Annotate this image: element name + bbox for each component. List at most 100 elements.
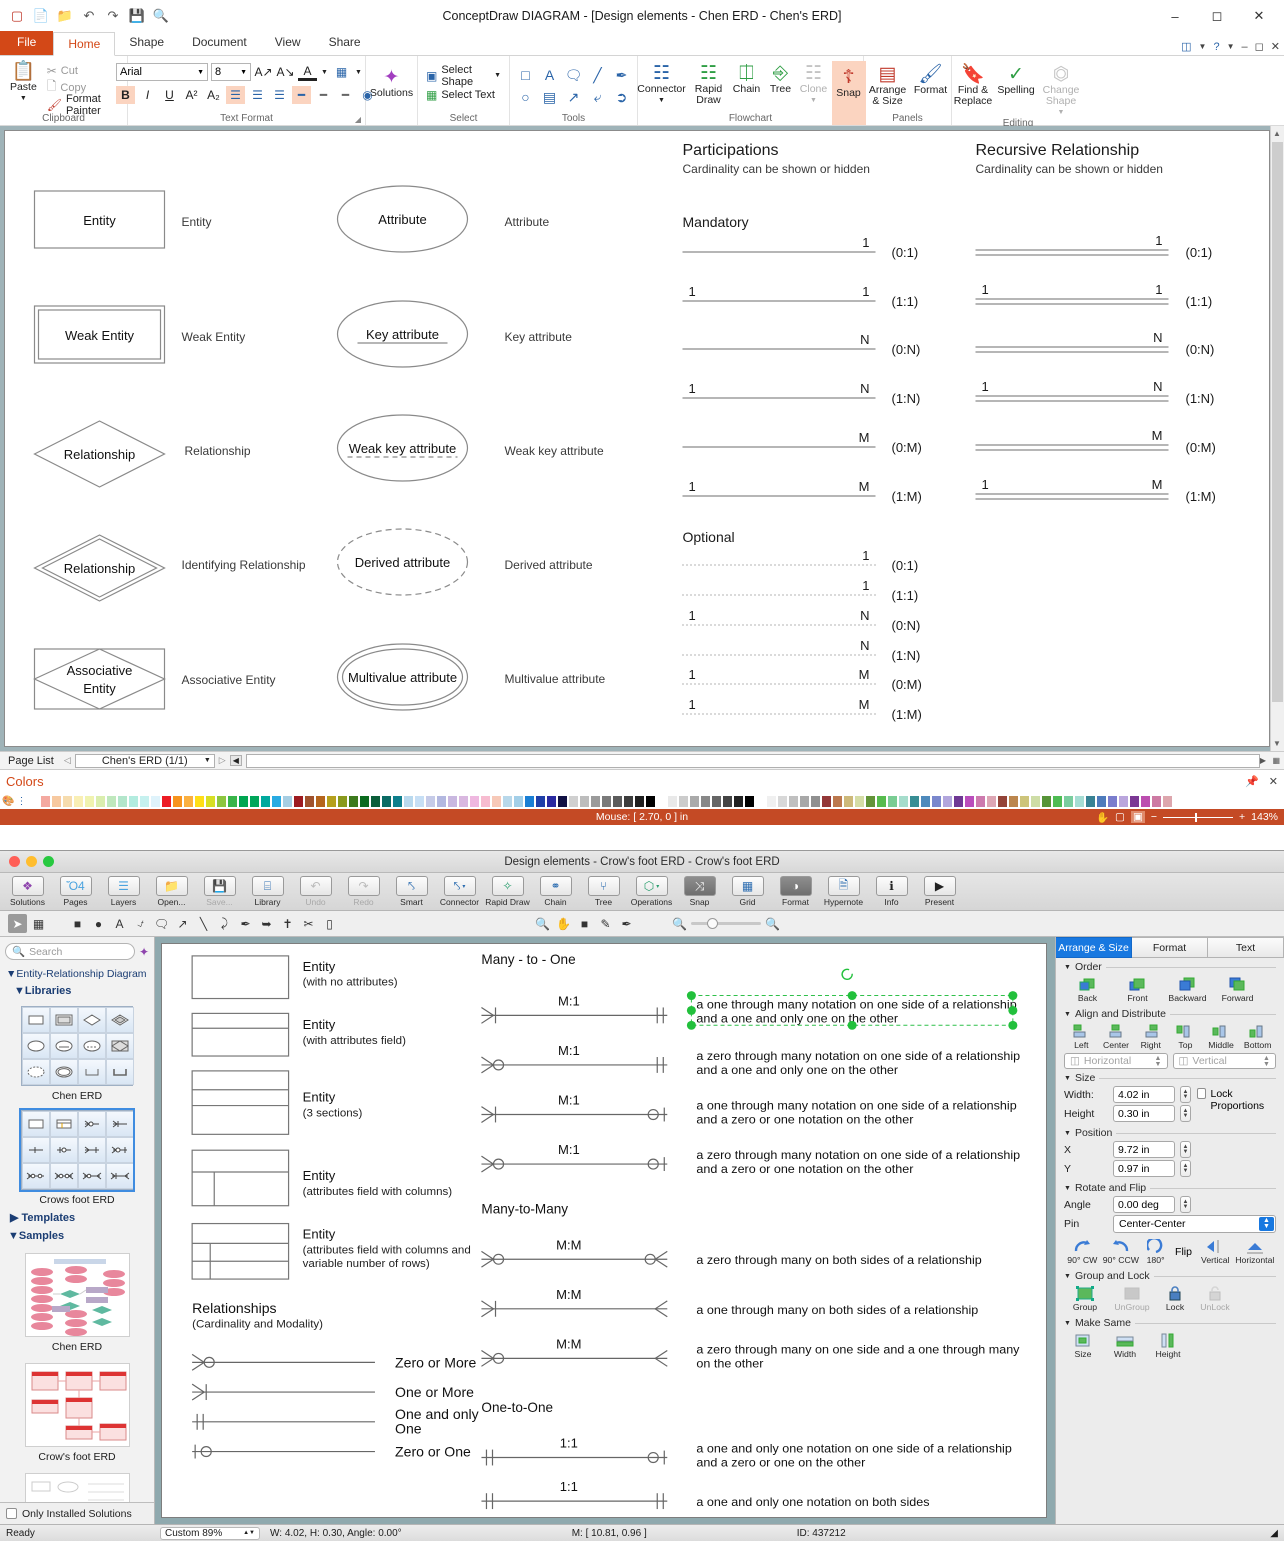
lib-shape-crowbar-crow[interactable] [106,1163,134,1189]
toolbar-button-info[interactable]: ℹInfo [868,876,915,907]
lock-button[interactable]: Lock [1158,1285,1192,1312]
toolbar-button-solutions[interactable]: ❖Solutions [4,876,51,907]
lib-shape-crowcircle-bar-crow[interactable] [78,1163,106,1189]
zoom-in-button[interactable]: + [1239,811,1245,823]
send-backward-button[interactable]: Backward [1164,976,1211,1003]
zoom-combo[interactable]: Custom 89% ▲▼ [160,1527,260,1540]
color-swatch[interactable] [964,795,975,808]
zoom-mode-icon[interactable]: ▣ [1131,811,1145,823]
color-swatch[interactable] [1052,795,1063,808]
pin-menu[interactable]: Center-Center ▲▼ [1113,1215,1276,1233]
color-swatch[interactable] [942,795,953,808]
align-right-button[interactable]: ☰ [270,86,289,104]
chain-button[interactable]: ⎅ Chain [730,61,764,95]
angle-input[interactable]: 0.00 deg [1113,1196,1175,1213]
undo-icon[interactable]: ↶ [80,7,98,25]
color-swatch[interactable] [1118,795,1129,808]
scroll-up-icon[interactable]: ▲ [1273,129,1281,138]
color-swatch[interactable] [447,795,458,808]
zoom-slider-thumb[interactable] [1195,813,1197,822]
align-bottom-button[interactable]: ━ [336,86,355,104]
color-swatch[interactable] [810,795,821,808]
disclosure-triangle-icon[interactable]: ▼ [1064,1011,1071,1018]
x-stepper[interactable]: ▲▼ [1180,1141,1191,1158]
align-top-button[interactable]: ━ [292,86,311,104]
color-swatch[interactable] [557,795,568,808]
disclosure-triangle-icon[interactable]: ▼ [1064,964,1071,971]
color-swatch[interactable] [194,795,205,808]
library-chen-erd[interactable] [21,1006,133,1086]
color-swatch[interactable] [491,795,502,808]
lib-shape-connector-2[interactable] [106,1059,134,1085]
color-swatch[interactable] [370,795,381,808]
color-swatch[interactable] [161,795,172,808]
align-center-button[interactable]: Center [1099,1023,1134,1050]
chevron-down-icon[interactable]: ▼ [810,95,817,106]
chevron-down-icon[interactable]: ▾ [656,883,659,890]
select-text-button[interactable]: ▦ Select Text [423,86,498,103]
diagram-canvas[interactable]: .sh { fill:none; stroke:#8a8a8a; stroke-… [4,130,1270,747]
color-swatch[interactable] [909,795,920,808]
new-doc-icon[interactable]: 📄 [32,7,50,25]
color-swatch[interactable] [843,795,854,808]
page-first-button[interactable]: ◀ [230,755,242,766]
toolbar-button-library[interactable]: ⌸Library [244,876,291,907]
color-swatch[interactable] [436,795,447,808]
flip-horizontal-button[interactable]: Horizontal [1234,1238,1276,1265]
underline-button[interactable]: U [160,86,179,104]
toolbar-button-layers[interactable]: ☰Layers [100,876,147,907]
toolbar-button-snap[interactable]: ⤨Snap [676,876,723,907]
lib-shape-crow-circle[interactable] [78,1111,106,1137]
send-to-back-button[interactable]: Back [1064,976,1111,1003]
color-swatch[interactable] [645,795,656,808]
color-swatch[interactable] [458,795,469,808]
align-middle-button[interactable]: ━ [314,86,333,104]
app-icon[interactable]: ▢ [8,7,26,25]
sidebar-libraries-header[interactable]: ▼Libraries [0,982,154,1000]
color-swatch[interactable] [359,795,370,808]
color-swatch[interactable] [29,795,40,808]
color-swatch[interactable] [403,795,414,808]
lib-shape-entity-columns[interactable] [50,1111,78,1137]
color-swatch[interactable] [667,795,678,808]
color-swatch[interactable] [271,795,282,808]
swatch-menu-icon[interactable]: ⋮ [16,796,26,807]
page-icon[interactable]: ▯ [320,914,339,933]
lib-shape-crow-bar[interactable] [106,1111,134,1137]
distribute-horizontal-menu[interactable]: ◫ Horizontal ▲▼ [1064,1053,1168,1069]
bring-forward-button[interactable]: Forward [1214,976,1261,1003]
section-header-rotate[interactable]: ▼ Rotate and Flip [1064,1182,1276,1194]
disclosure-triangle-icon[interactable]: ▼ [14,985,25,997]
color-swatch[interactable] [51,795,62,808]
doc-restore-button[interactable]: ◻ [1255,40,1264,53]
lib-shape-derived-attribute[interactable] [22,1059,50,1085]
superscript-button[interactable]: A² [182,86,201,104]
bezier-icon[interactable]: ➥ [257,914,276,933]
color-swatch[interactable] [788,795,799,808]
pointer-icon[interactable]: ➤ [8,914,27,933]
color-swatch[interactable] [73,795,84,808]
distribute-vertical-menu[interactable]: ◫ Vertical ▲▼ [1173,1053,1277,1069]
color-swatch[interactable] [513,795,524,808]
solutions-button[interactable]: ✦ Solutions [369,59,415,99]
rotate-90ccw-button[interactable]: 90° CCW [1101,1238,1141,1265]
color-swatch[interactable] [1041,795,1052,808]
color-swatch[interactable] [62,795,73,808]
disclosure-triangle-icon[interactable]: ▶ [10,1212,18,1224]
maximize-button[interactable]: ◻ [1196,1,1238,31]
ungroup-button[interactable]: UnGroup [1108,1285,1156,1312]
color-swatch[interactable] [117,795,128,808]
resize-grip-icon[interactable]: ◢ [1270,1528,1284,1539]
page-next-icon[interactable]: ▷ [219,755,226,766]
rectangle-icon[interactable]: □ [521,67,529,83]
color-swatch[interactable] [1107,795,1118,808]
select-shape-button[interactable]: ▣ Select Shape ▼ [423,67,504,84]
make-same-width-button[interactable]: Width [1106,1332,1144,1359]
line-icon[interactable]: ╲ [194,914,213,933]
section-header-order[interactable]: ▼ Order [1064,961,1276,973]
hand-tool-icon[interactable]: ✋ [1096,811,1109,824]
library-crows-foot-erd[interactable] [21,1110,133,1190]
lib-shape-crowcircle-bar[interactable] [106,1137,134,1163]
color-swatch[interactable] [106,795,117,808]
disclosure-triangle-icon[interactable]: ▼ [1064,1130,1071,1137]
